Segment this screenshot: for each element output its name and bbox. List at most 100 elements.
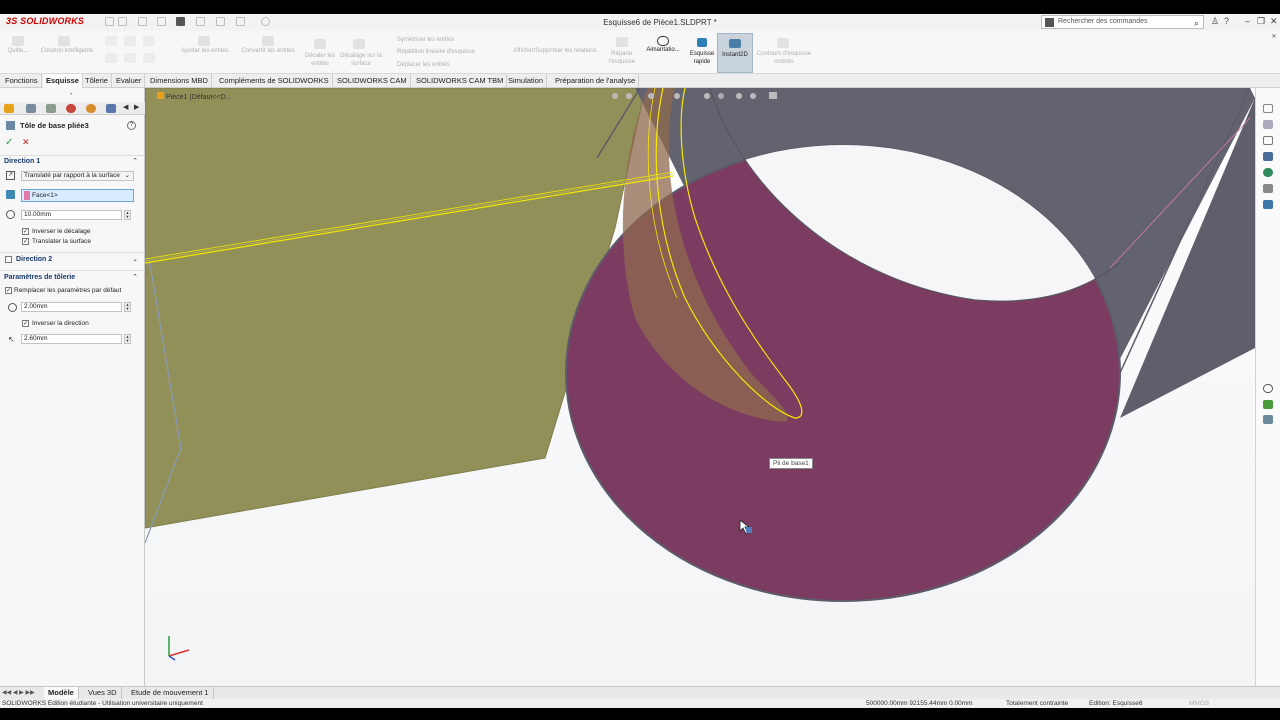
panel-prev-arrow-icon[interactable]: ◀ [123,103,128,111]
help-icon[interactable]: ? [127,121,136,130]
offset-distance-spinner[interactable]: ▲ ▼ [124,210,131,220]
tab-evaluer[interactable]: Evaluer [113,74,146,88]
expand-chevron-down-icon[interactable]: ⌄ [132,255,138,263]
ajuster-button[interactable]: Ajuster les entités [176,47,234,55]
offset-distance-input[interactable]: 10.00mm [21,210,122,220]
new-file-icon[interactable] [118,17,127,26]
close-icon[interactable]: ✕ [1270,16,1278,27]
restore-icon[interactable]: ❐ [1257,16,1265,27]
exit-sketch-icon [12,36,24,46]
translater-surface-checkbox[interactable]: ✓ [22,238,29,245]
coordinate-triad [168,636,190,661]
cotation-button[interactable]: Cotation intelligente [34,47,100,55]
view-palette-icon[interactable] [1263,152,1273,161]
reparer-button[interactable]: Réparer l'esquisse [604,50,640,66]
symetriser-button[interactable]: Symétriser les entités [386,36,496,44]
end-condition-select[interactable]: Translaté par rapport à la surface ⌄ [21,171,134,181]
dimxpert-tab-icon[interactable] [66,104,76,113]
deplacer-button[interactable]: Déplacer les entités [386,61,486,69]
instant2d-button[interactable]: Instant2D [717,33,753,73]
repetition-button[interactable]: Répétition linéaire d'esquisse [386,48,498,56]
esquisse-rapide-button[interactable]: Esquisse rapide [686,50,718,66]
resources-icon[interactable] [1263,104,1273,113]
tab-solidworks-cam-tbm[interactable]: SOLIDWORKS CAM TBM [413,74,508,88]
inverser-direction-checkbox[interactable]: ✓ [22,320,29,327]
undo-icon[interactable] [196,17,205,26]
tab-dimensions-mbd[interactable]: Dimensions MBD [147,74,212,88]
decaler-button[interactable]: Décaler les entités [300,52,340,68]
home-icon[interactable] [105,17,114,26]
unit-system[interactable]: MMGS [1189,699,1209,708]
quitter-button[interactable]: Quitte... [3,47,33,55]
ribbon-collapse-icon[interactable]: ✕ [1270,33,1278,41]
tab-complements[interactable]: Compléments de SOLIDWORKS [216,74,333,88]
rebuild-icon[interactable] [236,17,245,26]
property-manager-tab-icon[interactable] [26,104,36,113]
tab-simulation[interactable]: Simulation [505,74,548,88]
custom-properties-icon[interactable] [1263,184,1273,193]
direction1-header[interactable]: Direction 1 [4,158,40,165]
face-selection-field[interactable]: Face<1> [21,189,134,202]
cancel-x-icon[interactable]: ✕ [22,137,30,148]
end-condition-direction-icon[interactable]: ↗ [6,171,15,180]
remplacer-parametres-checkbox[interactable]: ✓ [5,287,12,294]
collapse-chevron-up-icon[interactable]: ⌃ [132,273,138,281]
search-commands-input[interactable]: Rechercher des commandes ⌕ [1041,15,1204,29]
save-icon[interactable] [157,17,166,26]
spline-tool-icon[interactable] [124,53,136,63]
design-library-icon[interactable] [1263,120,1273,129]
inverser-decalage-checkbox[interactable]: ✓ [22,228,29,235]
thickness-input[interactable]: 2.00mm [21,302,122,312]
parametres-header[interactable]: Paramètres de tôlerie [4,274,75,281]
appearances-icon[interactable] [1263,168,1273,177]
tab-fonctions[interactable]: Fonctions [2,74,42,88]
direction2-checkbox[interactable] [5,256,12,263]
panel-next-arrow-icon[interactable]: ▶ [134,103,139,111]
graphics-area[interactable]: Pièce1 (Défaut<<D... Pli de base1 [145,88,1255,686]
tab-esquisse[interactable]: Esquisse [43,74,83,88]
bend-radius-spinner[interactable]: ▲ ▼ [124,334,131,344]
tab-solidworks-cam[interactable]: SOLIDWORKS CAM [334,74,411,88]
feature-breadcrumb[interactable]: Pièce1 (Défaut<<D... [157,92,231,101]
search-icon[interactable]: ⌕ [1194,17,1199,29]
open-file-icon[interactable] [138,17,147,26]
rectangle-tool-icon[interactable] [105,53,117,63]
select-icon[interactable] [216,17,225,26]
afficher-relations-button[interactable]: Afficher/Supprimer les relations [505,47,605,55]
inverser-direction-label: Inverser la direction [32,320,89,327]
surface-offset-icon [353,39,365,49]
file-explorer-icon[interactable] [1263,136,1273,145]
convertir-button[interactable]: Convertir les entités [236,47,300,55]
arc-tool-icon[interactable] [143,36,155,46]
direction2-header[interactable]: Direction 2 [16,256,52,263]
tab-tolerie[interactable]: Tôlerie [82,74,112,88]
feature-manager-tab-icon[interactable] [4,104,14,113]
instant2d-side-icon[interactable] [1263,415,1273,424]
tab-scroll-arrows-icon[interactable]: ◀◀ ◀ ▶ ▶▶ [2,689,35,696]
collapse-chevron-up-icon[interactable]: ⌃ [132,157,138,165]
configuration-manager-tab-icon[interactable] [46,104,56,113]
contours-button[interactable]: Contours d'esquisse ombrés [755,50,813,66]
options-gear-icon[interactable] [261,17,270,26]
circle-tool-icon[interactable] [124,36,136,46]
display-manager-tab-icon[interactable] [86,104,96,113]
cam-tab-icon[interactable] [106,104,116,113]
edition-notice: SOLIDWORKS Edition étudiante - Utilisati… [2,700,203,707]
decalage-surface-button[interactable]: Décalage sur la surface [340,52,382,68]
help-icon[interactable]: ? [1224,16,1229,26]
panel-grip[interactable]: • [70,92,72,98]
bend-radius-input[interactable]: 2.60mm [21,334,122,344]
minimize-icon[interactable]: – [1245,16,1250,26]
quick-sketch-icon[interactable] [1263,400,1273,409]
thickness-spinner[interactable]: ▲ ▼ [124,302,131,312]
user-icon[interactable]: ♙ [1211,16,1219,27]
ok-check-icon[interactable]: ✓ [5,137,13,148]
tab-preparation-analyse[interactable]: Préparation de l'analyse [552,74,640,88]
sketch-status: Totalement contrainte [1006,700,1069,707]
forum-icon[interactable] [1263,200,1273,209]
line-tool-icon[interactable] [105,36,117,46]
print-icon[interactable] [176,17,185,26]
aimantation-button[interactable]: Aimantatio... [642,46,684,54]
snap-settings-icon[interactable] [1263,384,1273,393]
point-tool-icon[interactable] [143,53,155,63]
